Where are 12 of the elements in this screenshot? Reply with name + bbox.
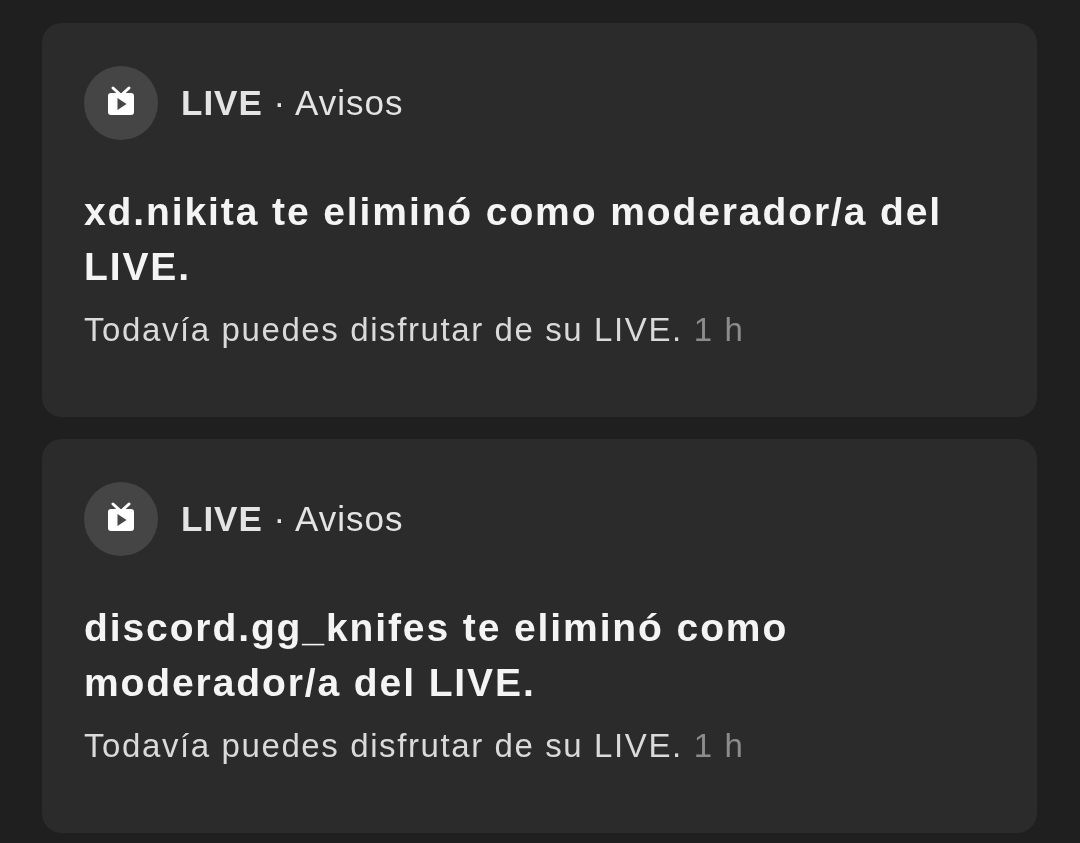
notification-title: discord.gg_knifes te eliminó como moderador/a del LIVE. [84,605,790,706]
notification-title: xd.nikita te eliminó como moderador/a del LIVE. [84,189,944,290]
message-text: Todavía puedes disfrutar de su LIVE. [84,310,683,350]
tv-play-icon [84,66,158,140]
notification-card[interactable]: LIVE · Avisos xd.nikita te eliminó como moderador/a del LIVE. Todavía puedes disfrutar de su LIVE. 1 h [42,23,1037,417]
tv-play-icon [84,482,158,556]
source-label: LIVE · Avisos [181,82,404,124]
time-text: 1 h [693,310,745,350]
source-label: LIVE · Avisos [181,498,404,540]
time-text: 1 h [693,726,745,766]
notification-card[interactable]: LIVE · Avisos discord.gg_knifes te eliminó como moderador/a del LIVE. Todavía puedes disfrutar de su LIVE. 1 h [42,439,1037,833]
message-text: Todavía puedes disfrutar de su LIVE. [84,726,683,766]
